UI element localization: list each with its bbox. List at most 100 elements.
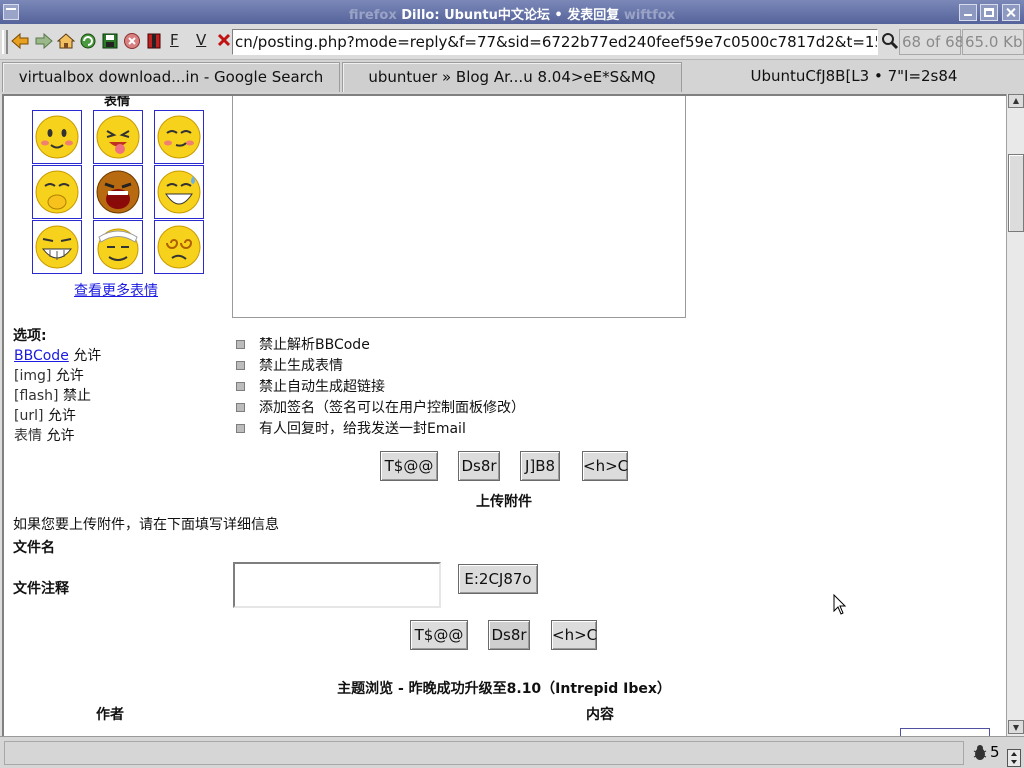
- option-attach-signature[interactable]: 添加签名（签名可以在用户控制面板修改）: [236, 397, 525, 417]
- save-button[interactable]: [100, 31, 120, 51]
- search-button[interactable]: [880, 31, 900, 51]
- disable-smilies-checkbox[interactable]: [236, 360, 245, 370]
- add-attachment-button[interactable]: E:2CJ87o: [458, 564, 538, 594]
- option-disable-bbcode[interactable]: 禁止解析BBCode: [236, 334, 370, 354]
- home-button[interactable]: [56, 31, 76, 51]
- cancel-button-2[interactable]: <h>C: [551, 620, 597, 650]
- file-comment-input[interactable]: [233, 562, 441, 608]
- page-size-indicator: 65.0 Kb: [962, 29, 1024, 55]
- bug-meter-icon[interactable]: [972, 744, 988, 762]
- laugh-face-icon: [96, 170, 140, 214]
- bbcode-link[interactable]: BBCode: [14, 348, 69, 364]
- emoticon-giggle[interactable]: [32, 165, 82, 219]
- view-menu-button[interactable]: V: [196, 31, 206, 49]
- scroll-down-arrow-icon[interactable]: [1008, 720, 1024, 734]
- emoticon-laugh[interactable]: [93, 165, 143, 219]
- emoticon-wink[interactable]: [154, 110, 204, 164]
- perm-smilies-value: 允许: [46, 428, 75, 444]
- maximize-button[interactable]: [980, 4, 998, 21]
- clear-url-button[interactable]: [216, 32, 232, 48]
- minimize-button[interactable]: [959, 4, 977, 21]
- option-disable-magic-url[interactable]: 禁止自动生成超链接: [236, 376, 385, 396]
- back-button[interactable]: [10, 31, 30, 51]
- perm-url-key: [url]: [14, 408, 44, 424]
- emoticon-smile[interactable]: [32, 110, 82, 164]
- perm-smilies-key: 表情: [14, 428, 42, 444]
- disable-smilies-label: 禁止生成表情: [259, 358, 343, 374]
- disable-magic-url-checkbox[interactable]: [236, 381, 245, 391]
- sweat-face-icon: [157, 170, 201, 214]
- author-column-header: 作者: [96, 707, 124, 723]
- filename-label: 文件名: [13, 540, 55, 556]
- emoticon-bandage[interactable]: [93, 220, 143, 274]
- reload-icon: [80, 33, 96, 49]
- emoticon-sweat[interactable]: [154, 165, 204, 219]
- perm-img-value: 允许: [55, 368, 84, 384]
- toolbar-grip-handle[interactable]: [2, 30, 8, 54]
- disable-bbcode-label: 禁止解析BBCode: [259, 337, 370, 353]
- upload-attachment-title: 上传附件: [476, 494, 532, 510]
- clear-x-icon: [217, 33, 231, 47]
- emoticon-grin[interactable]: [32, 220, 82, 274]
- bandage-face-icon: [97, 228, 139, 270]
- preview-button-2[interactable]: Ds8r: [488, 620, 530, 650]
- page-viewport: 表情 查看更多表情 选项: BBCode 允许 [img] 允许 [flash]…: [2, 94, 1006, 736]
- url-input[interactable]: cn/posting.php?mode=reply&f=77&sid=6722b…: [232, 29, 878, 55]
- reload-button[interactable]: [78, 31, 98, 51]
- perm-img: [img] 允许: [14, 365, 84, 385]
- message-textarea[interactable]: [232, 96, 686, 318]
- emoticons-heading: 表情: [104, 94, 131, 109]
- close-window-button[interactable]: [1002, 4, 1020, 21]
- disable-magic-url-label: 禁止自动生成超链接: [259, 379, 385, 395]
- forward-button[interactable]: [34, 31, 54, 51]
- window-title-ghost-left: firefox: [348, 8, 397, 23]
- disable-bbcode-checkbox[interactable]: [236, 339, 245, 349]
- stop-button[interactable]: [122, 31, 142, 51]
- more-emoticons-link[interactable]: 查看更多表情: [74, 280, 158, 300]
- tab-bar: virtualbox download...in - Google Search…: [0, 60, 1024, 94]
- fullscreen-toggle-icon[interactable]: [1007, 749, 1021, 767]
- tab-google-search[interactable]: virtualbox download...in - Google Search: [2, 62, 340, 92]
- tongue-face-icon: [96, 115, 140, 159]
- status-message-area: [4, 741, 964, 765]
- option-notify-reply[interactable]: 有人回复时，给我发送一封Email: [236, 418, 466, 438]
- perm-smilies: 表情 允许: [14, 425, 74, 445]
- save-disk-icon: [102, 33, 118, 49]
- forward-arrow-icon: [35, 32, 53, 50]
- submit-button[interactable]: J]B8: [520, 451, 560, 481]
- dizzy-face-icon: [157, 225, 201, 269]
- save-draft-button-2[interactable]: T$@@: [410, 620, 468, 650]
- tab-ubuntuer-blog[interactable]: ubuntuer » Blog Ar...u 8.04>eE*S&MQ: [342, 62, 682, 92]
- emoticon-dizzy[interactable]: [154, 220, 204, 274]
- emoticon-tongue[interactable]: [93, 110, 143, 164]
- perm-url-value: 允许: [47, 408, 76, 424]
- perm-bbcode: BBCode 允许: [14, 345, 101, 365]
- window-title-ghost-right: wiftfox: [623, 8, 676, 23]
- topic-review-title: 主题浏览 - 昨晚成功升级至8.10（Intrepid Ibex）: [337, 681, 671, 697]
- smile-face-icon: [35, 115, 79, 159]
- preview-button[interactable]: Ds8r: [458, 451, 500, 481]
- content-column-header: 内容: [586, 707, 614, 723]
- scroll-up-arrow-icon[interactable]: [1008, 94, 1024, 108]
- notify-reply-checkbox[interactable]: [236, 423, 245, 433]
- upload-hint: 如果您要上传附件，请在下面填写详细信息: [13, 517, 279, 533]
- status-bar: 5: [0, 736, 1024, 768]
- option-disable-smilies[interactable]: 禁止生成表情: [236, 355, 343, 375]
- wink-face-icon: [157, 115, 201, 159]
- window-title-text: Dillo: Ubuntu中文论坛 • 发表回复: [401, 8, 620, 23]
- tab-ubuntu-forum-active[interactable]: UbuntuCfJ8B[L3 • 7"I=2s84: [684, 62, 1024, 92]
- cancel-button[interactable]: <h>C: [582, 451, 628, 481]
- bug-count: 5: [990, 743, 1000, 761]
- attach-signature-label: 添加签名（签名可以在用户控制面板修改）: [259, 400, 525, 416]
- page-content: 表情 查看更多表情 选项: BBCode 允许 [img] 允许 [flash]…: [4, 96, 1004, 736]
- search-magnifier-icon: [882, 33, 899, 50]
- attach-signature-checkbox[interactable]: [236, 402, 245, 412]
- vertical-scrollbar[interactable]: [1006, 94, 1024, 736]
- file-menu-button[interactable]: F: [170, 31, 179, 49]
- grin-face-icon: [35, 225, 79, 269]
- bookmarks-button[interactable]: [144, 31, 164, 51]
- stop-icon: [124, 33, 140, 49]
- scrollbar-thumb[interactable]: [1008, 154, 1024, 232]
- save-draft-button[interactable]: T$@@: [380, 451, 438, 481]
- giggle-face-icon: [35, 170, 79, 214]
